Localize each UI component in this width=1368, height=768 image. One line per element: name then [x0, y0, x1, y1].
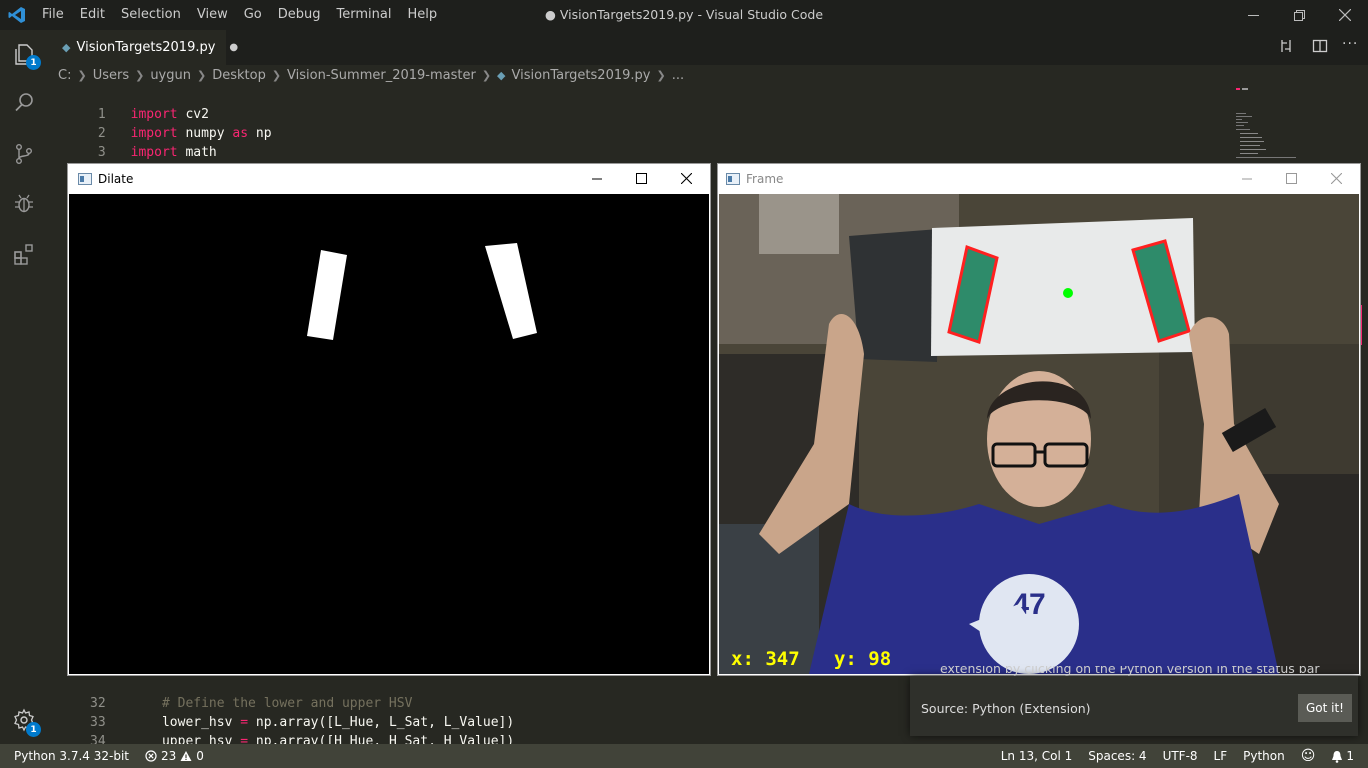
search-icon[interactable] [0, 78, 48, 126]
overlay-y: y: 98 [833, 648, 892, 670]
code-line[interactable]: 1 import cv2 [48, 86, 209, 122]
crumb-uygun[interactable]: uygun [150, 68, 191, 83]
notification-toast: extension by clicking on the Python vers… [910, 666, 1358, 736]
close-button[interactable] [1322, 0, 1368, 30]
explorer-icon[interactable]: 1 [0, 30, 48, 78]
vscode-logo-icon [0, 0, 34, 30]
tab-bar: ◆ VisionTargets2019.py ● ··· [48, 30, 1368, 65]
code-line[interactable]: 35 [48, 732, 131, 744]
settings-badge: 1 [26, 722, 41, 737]
code-text: math [177, 145, 217, 160]
warning-icon [180, 751, 192, 761]
problems-indicator[interactable]: 23 0 [137, 744, 212, 768]
cursor-position[interactable]: Ln 13, Col 1 [993, 744, 1081, 768]
overlay-x: x: 347 [731, 648, 800, 670]
dilate-window[interactable]: Dilate [67, 163, 711, 676]
bell-icon [1332, 750, 1343, 763]
dilate-image [69, 194, 709, 674]
chevron-right-icon: ❯ [135, 69, 145, 82]
notification-message: extension by clicking on the Python vers… [940, 666, 1320, 676]
debug-icon[interactable] [0, 180, 48, 228]
frame-maximize-button[interactable] [1269, 164, 1314, 193]
dilate-title: Dilate [98, 171, 134, 186]
menu-help[interactable]: Help [399, 0, 445, 30]
python-interpreter[interactable]: Python 3.7.4 32-bit [0, 744, 137, 768]
crumb-symbol[interactable]: ... [672, 68, 684, 83]
error-icon [145, 750, 157, 762]
notification-count: 1 [1346, 749, 1354, 763]
language-mode[interactable]: Python [1235, 744, 1293, 768]
source-control-icon[interactable] [0, 130, 48, 178]
explorer-badge: 1 [26, 55, 41, 70]
status-bar: Python 3.7.4 32-bit 23 0 Ln 13, Col 1 Sp… [0, 744, 1368, 768]
menu-selection[interactable]: Selection [113, 0, 189, 30]
dilate-maximize-button[interactable] [619, 164, 664, 193]
error-count: 23 [161, 749, 177, 763]
encoding[interactable]: UTF-8 [1155, 744, 1206, 768]
menu-debug[interactable]: Debug [270, 0, 329, 30]
window-app-icon [78, 172, 92, 185]
code-line[interactable]: 4 [48, 143, 131, 179]
more-actions-icon[interactable]: ··· [1342, 36, 1358, 52]
crumb-users[interactable]: Users [93, 68, 129, 83]
tab-label: VisionTargets2019.py [76, 40, 216, 55]
open-changes-icon[interactable] [1278, 38, 1294, 58]
indentation[interactable]: Spaces: 4 [1080, 744, 1154, 768]
tab-visiontargets2019[interactable]: ◆ VisionTargets2019.py ● [48, 30, 238, 65]
notifications-button[interactable]: 1 [1323, 744, 1368, 768]
code-line[interactable]: 3 import math [48, 124, 217, 160]
title-bar: File Edit Selection View Go Debug Termin… [0, 0, 1368, 30]
menu-terminal[interactable]: Terminal [329, 0, 400, 30]
chevron-right-icon: ❯ [77, 69, 87, 82]
window-app-icon [726, 172, 740, 185]
feedback-smiley-icon[interactable]: ☺ [1293, 744, 1324, 768]
chevron-right-icon: ❯ [271, 69, 282, 82]
extensions-icon[interactable] [0, 230, 48, 278]
keyword: as [232, 126, 249, 141]
end-of-line[interactable]: LF [1206, 744, 1236, 768]
crumb-drive[interactable]: C: [58, 68, 71, 83]
got-it-button[interactable]: Got it! [1298, 694, 1352, 722]
minimize-button[interactable] [1230, 0, 1276, 30]
python-file-icon: ◆ [62, 41, 71, 54]
code-text: np [248, 126, 272, 141]
frame-titlebar[interactable]: Frame [718, 164, 1360, 193]
split-editor-icon[interactable] [1312, 38, 1328, 58]
dilate-minimize-button[interactable] [574, 164, 619, 193]
frame-window[interactable]: Frame 47 x: 347 y: 98 [717, 163, 1361, 676]
dilate-close-button[interactable] [664, 164, 709, 193]
code-line[interactable]: 34 upper_hsv = np.array([H_Hue, H_Sat, H… [48, 713, 514, 749]
unsaved-dot-icon[interactable]: ● [229, 42, 238, 53]
code-line[interactable]: 33 lower_hsv = np.array([L_Hue, L_Sat, L… [48, 694, 514, 730]
menu-file[interactable]: File [34, 0, 72, 30]
chevron-right-icon: ❯ [196, 69, 207, 82]
crumb-file[interactable]: VisionTargets2019.py [512, 68, 651, 83]
activity-bar: 1 1 [0, 30, 48, 744]
menu-view[interactable]: View [189, 0, 236, 30]
dilated-blob-left [307, 250, 347, 340]
camera-frame-image: 47 x: 347 y: 98 [719, 194, 1359, 674]
dilated-blob-right [485, 243, 537, 339]
breadcrumb: C: ❯ Users ❯ uygun ❯ Desktop ❯ Vision-Su… [58, 66, 684, 85]
menu-go[interactable]: Go [236, 0, 270, 30]
coordinate-overlay: x: 347 y: 98 [731, 648, 891, 670]
restore-button[interactable] [1276, 0, 1322, 30]
chevron-right-icon: ❯ [656, 69, 666, 82]
frame-close-button[interactable] [1314, 164, 1359, 193]
python-file-icon: ◆ [497, 69, 506, 82]
code-line[interactable]: 32 # Define the lower and upper HSV [48, 675, 412, 711]
frame-title: Frame [746, 171, 784, 186]
settings-gear-icon[interactable]: 1 [0, 696, 48, 744]
chevron-right-icon: ❯ [481, 69, 492, 82]
crumb-desktop[interactable]: Desktop [212, 68, 266, 83]
notification-source: Source: Python (Extension) [921, 701, 1091, 716]
target-center-dot [1063, 288, 1073, 298]
frame-minimize-button[interactable] [1224, 164, 1269, 193]
warning-count: 0 [196, 749, 204, 763]
dilate-titlebar[interactable]: Dilate [68, 164, 710, 193]
menu-edit[interactable]: Edit [72, 0, 113, 30]
keyword: import [130, 145, 178, 160]
crumb-folder[interactable]: Vision-Summer_2019-master [287, 68, 476, 83]
code-line[interactable]: 2 import numpy as np [48, 105, 272, 141]
